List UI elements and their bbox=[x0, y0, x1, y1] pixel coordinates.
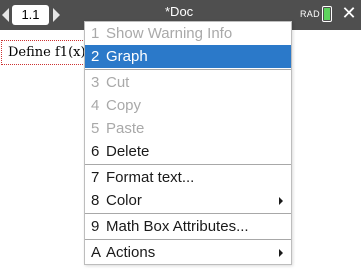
close-icon[interactable]: ✕ bbox=[339, 3, 359, 23]
menu-item-label: Format text... bbox=[106, 169, 195, 186]
menu-item-format-text[interactable]: 7 Format text... bbox=[85, 166, 291, 189]
submenu-arrow-icon bbox=[279, 197, 283, 205]
document-title: *Doc bbox=[165, 4, 194, 19]
menu-item-show-warning-info[interactable]: 1 Show Warning Info bbox=[85, 22, 291, 45]
menu-item-label: Actions bbox=[106, 244, 156, 261]
battery-level bbox=[324, 8, 330, 20]
menu-item-color[interactable]: 8 Color bbox=[85, 189, 291, 212]
menu-item-copy[interactable]: 4 Copy bbox=[85, 94, 291, 117]
menu-separator bbox=[85, 239, 291, 240]
menu-item-math-box-attributes[interactable]: 9 Math Box Attributes... bbox=[85, 215, 291, 238]
menu-item-label: Show Warning Info bbox=[106, 25, 233, 42]
menu-item-actions[interactable]: A Actions bbox=[85, 241, 291, 264]
menu-item-cut[interactable]: 3 Cut bbox=[85, 71, 291, 94]
menu-item-key: 3 bbox=[91, 74, 100, 91]
menu-item-key: 8 bbox=[91, 192, 100, 209]
context-menu: 1 Show Warning Info 2 Graph 3 Cut 4 Copy… bbox=[84, 21, 292, 265]
menu-item-label: Cut bbox=[106, 74, 130, 91]
menu-item-key: 2 bbox=[91, 48, 100, 65]
menu-separator bbox=[85, 69, 291, 70]
menu-item-label: Color bbox=[106, 192, 142, 209]
previous-page-icon[interactable] bbox=[2, 8, 9, 22]
menu-item-label: Paste bbox=[106, 120, 145, 137]
math-expression[interactable]: Define f1(x)= bbox=[1, 40, 91, 65]
menu-item-key: 4 bbox=[91, 97, 100, 114]
menu-separator bbox=[85, 164, 291, 165]
menu-item-key: 1 bbox=[91, 25, 100, 42]
menu-item-graph[interactable]: 2 Graph bbox=[85, 45, 291, 68]
menu-item-paste[interactable]: 5 Paste bbox=[85, 117, 291, 140]
menu-item-key: 5 bbox=[91, 120, 100, 137]
menu-item-label: Graph bbox=[106, 48, 148, 65]
menu-item-key: A bbox=[91, 244, 102, 261]
page-tab[interactable]: 1.1 bbox=[12, 5, 49, 25]
menu-item-label: Delete bbox=[106, 143, 150, 160]
menu-item-label: Copy bbox=[106, 97, 142, 114]
menu-item-label: Math Box Attributes... bbox=[106, 218, 249, 235]
next-page-icon[interactable] bbox=[53, 8, 60, 22]
submenu-arrow-icon bbox=[279, 249, 283, 257]
angle-mode-indicator: RAD bbox=[300, 9, 320, 19]
menu-separator bbox=[85, 213, 291, 214]
menu-item-key: 9 bbox=[91, 218, 100, 235]
menu-item-delete[interactable]: 6 Delete bbox=[85, 140, 291, 163]
battery-icon bbox=[322, 6, 332, 22]
menu-item-key: 6 bbox=[91, 143, 100, 160]
menu-item-key: 7 bbox=[91, 169, 100, 186]
